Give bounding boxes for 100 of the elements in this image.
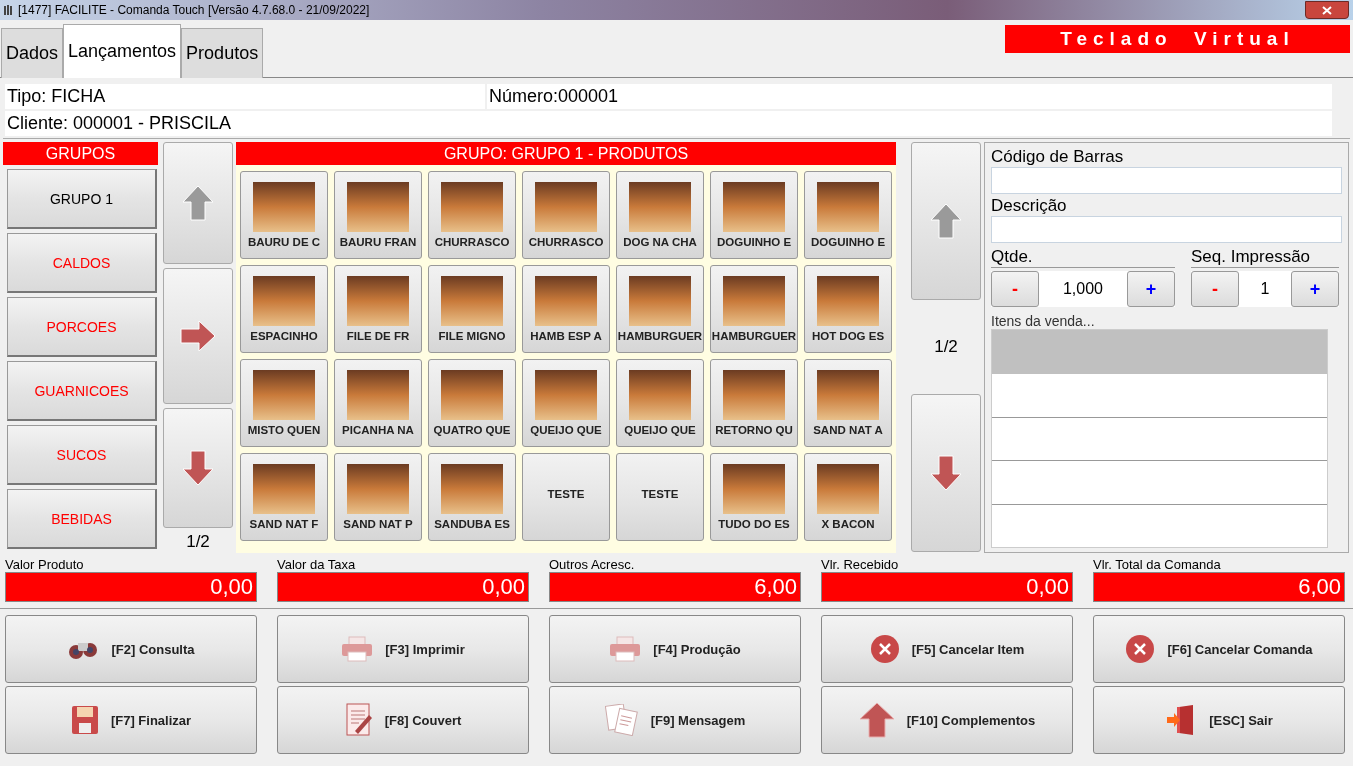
product-button[interactable]: FILE MIGNO	[428, 265, 516, 353]
product-button[interactable]: DOGUINHO E	[804, 171, 892, 259]
photo-placeholder	[441, 464, 503, 514]
close-icon	[1322, 5, 1332, 15]
panel-header: GRUPOS	[3, 142, 158, 165]
product-button[interactable]: QUEIJO QUE	[616, 359, 704, 447]
tab[interactable]: Dados	[1, 28, 64, 78]
product-button[interactable]: CHURRASCO	[428, 171, 516, 259]
photo-placeholder	[817, 276, 879, 326]
photo-placeholder	[535, 370, 597, 420]
scroll-down-button[interactable]	[163, 408, 233, 528]
product-button[interactable]: CHURRASCO	[522, 171, 610, 259]
product-button[interactable]: QUEIJO QUE	[522, 359, 610, 447]
total-label: Vlr. Total da Comanda	[1093, 557, 1222, 572]
tab[interactable]: Lançamentos	[63, 24, 182, 78]
field-label: Código de Barras	[991, 147, 1125, 167]
info-field: Tipo: FICHA	[5, 84, 485, 109]
tab[interactable]: Produtos	[181, 28, 264, 78]
scroll-up-button[interactable]	[911, 142, 981, 300]
photo-placeholder	[441, 370, 503, 420]
barcode-field[interactable]	[991, 167, 1342, 194]
product-button[interactable]: X BACON	[804, 453, 892, 541]
photo-placeholder	[723, 182, 785, 232]
down-arrow-icon	[929, 454, 963, 492]
product-button[interactable]: HAMBURGUER	[710, 265, 798, 353]
product-button[interactable]: TUDO DO ES	[710, 453, 798, 541]
total-value: 6,00	[1093, 572, 1345, 602]
up-arrow-icon	[929, 202, 963, 240]
scroll-down-button[interactable]	[911, 394, 981, 552]
product-button[interactable]: BAURU DE C	[240, 171, 328, 259]
product-button[interactable]: ESPACINHO	[240, 265, 328, 353]
field-label: Descrição	[991, 196, 1068, 216]
product-button[interactable]: FILE DE FR	[334, 265, 422, 353]
action-button[interactable]: [F3] Imprimir	[277, 615, 529, 683]
product-button[interactable]: BAURU FRAN	[334, 171, 422, 259]
cancel-icon	[1125, 634, 1156, 664]
photo-placeholder	[347, 464, 409, 514]
cancel-icon	[869, 634, 900, 664]
photo-placeholder	[441, 276, 503, 326]
document-pen-icon	[344, 703, 373, 737]
product-button[interactable]: HAMBURGUER	[616, 265, 704, 353]
scroll-up-button[interactable]	[163, 142, 233, 264]
group-button[interactable]: GRUPO 1	[7, 169, 157, 229]
photo-placeholder	[629, 182, 691, 232]
product-button[interactable]: SAND NAT F	[240, 453, 328, 541]
product-button[interactable]: TESTE	[616, 453, 704, 541]
photo-placeholder	[535, 182, 597, 232]
product-button[interactable]: SANDUBA ES	[428, 453, 516, 541]
action-button[interactable]: [ESC] Sair	[1093, 686, 1345, 754]
product-button[interactable]: HOT DOG ES	[804, 265, 892, 353]
photo-placeholder	[535, 276, 597, 326]
down-arrow-icon	[181, 449, 215, 487]
close-button[interactable]	[1305, 1, 1349, 19]
product-button[interactable]: SAND NAT P	[334, 453, 422, 541]
photo-placeholder	[253, 464, 315, 514]
photo-placeholder	[817, 370, 879, 420]
action-button[interactable]: [F5] Cancelar Item	[821, 615, 1073, 683]
field-label: Qtde.	[991, 247, 1175, 268]
increment-button[interactable]: +	[1291, 271, 1339, 307]
quantity-value: 1,000	[1061, 280, 1104, 298]
action-button[interactable]: [F8] Couvert	[277, 686, 529, 754]
next-button[interactable]	[163, 268, 233, 404]
total-label: Valor Produto	[5, 557, 85, 572]
virtual-keyboard-button[interactable]: Teclado Virtual	[1005, 25, 1350, 53]
product-button[interactable]: QUATRO QUE	[428, 359, 516, 447]
field-label: Seq. Impressão	[1191, 247, 1339, 268]
window-title: [1477] FACILITE - Comanda Touch [Versão 4.7.68.0 - 21/09/2022]	[18, 3, 370, 17]
info-field: Número:000001	[487, 84, 1332, 109]
total-value: 0,00	[5, 572, 257, 602]
action-button[interactable]: [F7] Finalizar	[5, 686, 257, 754]
photo-placeholder	[629, 370, 691, 420]
info-field: Cliente: 000001 - PRISCILA	[5, 111, 1332, 136]
printer-icon	[341, 636, 374, 662]
photo-placeholder	[253, 182, 315, 232]
product-button[interactable]: RETORNO QU	[710, 359, 798, 447]
description-field[interactable]	[991, 216, 1342, 243]
right-arrow-icon	[179, 319, 217, 353]
total-value: 0,00	[277, 572, 529, 602]
product-button[interactable]: SAND NAT A	[804, 359, 892, 447]
product-button[interactable]: DOG NA CHA	[616, 171, 704, 259]
action-button[interactable]: [F10] Complementos	[821, 686, 1073, 754]
increment-button[interactable]: +	[1127, 271, 1175, 307]
total-value: 6,00	[549, 572, 801, 602]
product-button[interactable]: DOGUINHO E	[710, 171, 798, 259]
photo-placeholder	[723, 370, 785, 420]
action-button[interactable]: [F2] Consulta	[5, 615, 257, 683]
product-button[interactable]: MISTO QUEN	[240, 359, 328, 447]
action-button[interactable]: [F9] Mensagem	[549, 686, 801, 754]
action-button[interactable]: [F4] Produção	[549, 615, 801, 683]
app-icon	[4, 4, 14, 16]
printer-icon	[609, 636, 642, 662]
action-button[interactable]: [F6] Cancelar Comanda	[1093, 615, 1345, 683]
panel-header: GRUPO: GRUPO 1 - PRODUTOS	[236, 142, 896, 165]
product-button[interactable]: HAMB ESP A	[522, 265, 610, 353]
product-button[interactable]: PICANHA NA	[334, 359, 422, 447]
photo-placeholder	[347, 276, 409, 326]
sequence-value: 1	[1259, 280, 1271, 298]
page-indicator: 1/2	[934, 337, 958, 357]
product-button[interactable]: TESTE	[522, 453, 610, 541]
photo-placeholder	[347, 182, 409, 232]
